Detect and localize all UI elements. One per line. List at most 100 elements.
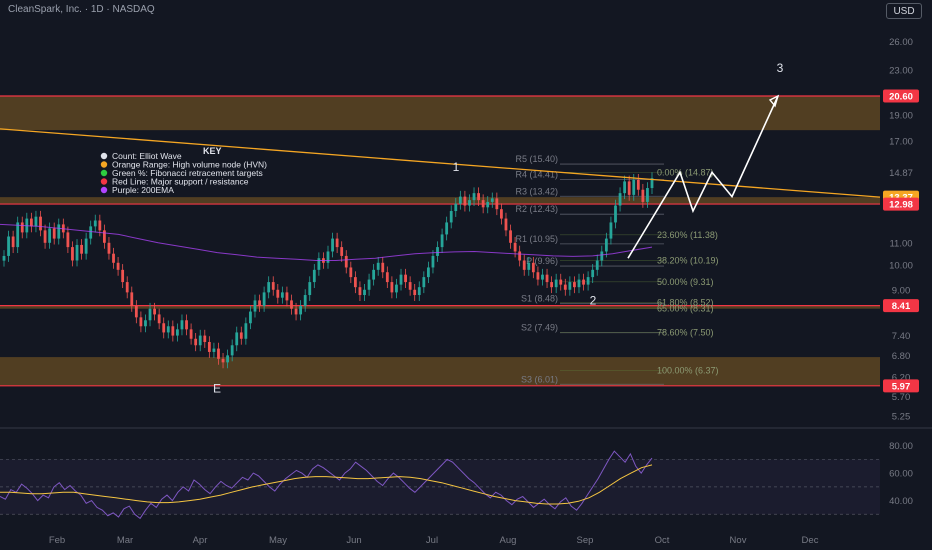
candle-body <box>468 200 471 206</box>
candle-body <box>171 326 175 336</box>
candle-body <box>331 238 334 252</box>
candle-body <box>144 320 147 327</box>
candle-body <box>276 289 280 298</box>
candle-body <box>477 193 480 201</box>
candle-body <box>445 222 449 235</box>
candle-body <box>125 282 129 293</box>
candle-body <box>148 308 152 321</box>
candle-body <box>249 311 252 324</box>
candle-body <box>121 269 125 283</box>
price-chart[interactable]: R5 (15.40)R4 (14.41)R3 (13.42)R2 (12.43)… <box>0 0 932 550</box>
candle-body <box>536 272 540 280</box>
candle-body <box>162 323 166 333</box>
candle-body <box>353 277 357 288</box>
candle-body <box>344 255 348 268</box>
price-tick-label: 17.00 <box>889 136 913 147</box>
candle-body <box>636 179 640 190</box>
candle-body <box>399 274 403 285</box>
fib-label: 38.20% (10.19) <box>657 256 719 266</box>
price-tick-label: 11.00 <box>889 238 912 249</box>
candle-body <box>48 228 52 243</box>
hvn-zone <box>0 197 880 205</box>
candle-body <box>586 277 590 285</box>
candle-body <box>531 262 535 273</box>
candle-body <box>180 320 184 330</box>
candle-body <box>75 244 79 261</box>
rsi-tick-label: 80.00 <box>889 441 913 452</box>
price-tick-label: 9.00 <box>892 285 911 296</box>
candle-body <box>43 230 47 243</box>
rsi-tick-label: 40.00 <box>889 496 913 507</box>
candle-body <box>522 260 526 270</box>
candle-body <box>221 358 225 363</box>
price-tag-label: 12.98 <box>889 200 913 211</box>
candle-body <box>157 314 161 324</box>
candle-body <box>317 258 321 270</box>
candle-body <box>189 329 193 339</box>
pivot-label: R3 (13.42) <box>515 186 558 196</box>
candle-body <box>641 189 645 202</box>
candle-body <box>500 209 503 219</box>
candle-body <box>340 247 344 256</box>
candle-body <box>20 222 24 233</box>
candle-body <box>627 181 631 195</box>
candle-body <box>29 218 33 227</box>
candle-body <box>527 262 531 270</box>
legend-dot <box>100 169 108 177</box>
candle-body <box>518 251 522 261</box>
candle-body <box>481 200 485 208</box>
candle-body <box>11 236 15 248</box>
candle-body <box>349 267 353 278</box>
candle-body <box>290 300 293 309</box>
time-tick-label: May <box>269 535 287 546</box>
rsi-tick-label: 60.00 <box>889 469 913 480</box>
candle-body <box>495 198 499 210</box>
wave-label: 3 <box>777 61 784 75</box>
candle-body <box>413 289 417 296</box>
price-tick-label: 19.00 <box>889 110 913 121</box>
candle-body <box>577 279 581 288</box>
candle-body <box>107 242 111 254</box>
fib-label: 23.60% (11.38) <box>657 230 718 240</box>
fib-label: 100.00% (6.37) <box>657 366 719 376</box>
time-tick-label: Dec <box>802 535 819 546</box>
currency-button[interactable]: USD <box>886 3 922 19</box>
candle-body <box>212 348 216 352</box>
candle-body <box>618 193 622 206</box>
legend-dot <box>100 178 108 185</box>
price-tick-label: 23.00 <box>889 66 913 77</box>
candle-body <box>185 320 188 330</box>
candle-body <box>604 238 608 252</box>
candle-body <box>16 222 20 248</box>
pivot-label: R1 (10.95) <box>515 234 558 244</box>
price-tick-label: 5.25 <box>892 411 911 422</box>
candle-body <box>258 300 261 306</box>
wave-label: E <box>213 382 221 396</box>
candle-body <box>2 255 6 261</box>
candle-body <box>312 269 316 283</box>
candle-body <box>112 253 115 263</box>
time-tick-label: Oct <box>655 535 670 546</box>
candle-body <box>116 262 120 270</box>
time-tick-label: Jun <box>346 535 361 546</box>
candle-body <box>563 284 567 290</box>
candle-body <box>646 188 649 202</box>
legend-item: Purple: 200EMA <box>112 185 174 195</box>
wave-label: 2 <box>590 293 597 307</box>
legend-dot <box>100 186 108 194</box>
candle-body <box>166 326 170 333</box>
candle-body <box>217 348 220 359</box>
candle-body <box>253 300 257 312</box>
candle-body <box>176 329 179 336</box>
candle-body <box>89 226 93 239</box>
candle-body <box>372 269 376 280</box>
candle-body <box>367 279 371 290</box>
pivot-label: R5 (15.40) <box>515 154 558 164</box>
time-tick-label: Apr <box>193 535 208 546</box>
candle-body <box>614 205 617 223</box>
candle-body <box>308 282 312 296</box>
candle-body <box>84 238 88 254</box>
candle-body <box>194 338 198 346</box>
candle-body <box>71 247 74 261</box>
candle-body <box>568 282 572 290</box>
